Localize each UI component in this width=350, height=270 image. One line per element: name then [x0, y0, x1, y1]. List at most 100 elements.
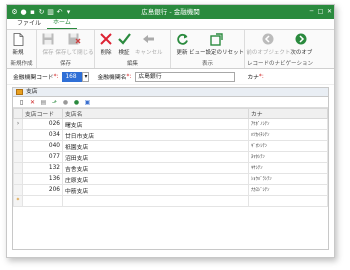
cell-name[interactable]: 庄原支店: [62, 173, 249, 185]
ribbon-group-save: 保存 保存して閉じる 保存: [37, 30, 95, 68]
ribbon-tabs: ファイル ホーム: [7, 19, 334, 29]
new-button[interactable]: 新規: [9, 30, 27, 56]
cell-code[interactable]: 132: [22, 162, 63, 174]
name-field[interactable]: 広島銀行: [135, 71, 236, 82]
table-row[interactable]: 077 沼田支店 ﾇﾏﾀｼﾃﾝ: [13, 151, 328, 163]
code-required-marker: *:: [53, 73, 59, 80]
cell-name[interactable]: 吉舎支店: [62, 162, 249, 174]
export-icon[interactable]: ▣: [82, 98, 93, 107]
cancel-button-label: キャンセル: [135, 50, 163, 56]
cell-code[interactable]: 026: [22, 118, 63, 130]
row-indicator-header: [13, 108, 23, 119]
cell-kana[interactable]: ｷﾞｵﾝｼﾃﾝ: [248, 140, 328, 152]
cell-name[interactable]: 中筋支店: [62, 184, 249, 196]
cell-code[interactable]: 077: [22, 151, 63, 163]
ribbon: 新規 新規作成 保存 保存して閉じる 保存 削除 検証 キャンセル 編集 更新 …: [7, 29, 334, 69]
maximize-icon[interactable]: □: [316, 5, 325, 19]
app-gear-icon[interactable]: ⚙: [10, 5, 19, 19]
validate-button-label: 検証: [118, 50, 130, 56]
application-window: ⚙ ● ▪ ↻ ▥ ↶ ▾ 広島銀行 - 金融機関 ─ □ ✕ ファイル ホーム: [6, 4, 335, 258]
tab-file[interactable]: ファイル: [11, 19, 47, 29]
delete-row-icon[interactable]: ✕: [27, 98, 38, 107]
customize-dropdown-icon[interactable]: ▾: [64, 5, 73, 19]
kana-required-marker: *:: [258, 73, 264, 80]
reset-view-button[interactable]: ビュー設定のリセット: [189, 30, 244, 56]
group-label-save: 保存: [59, 61, 71, 67]
table-row[interactable]: 132 吉舎支店 ｷｻｼﾃﾝ: [13, 162, 328, 174]
close-icon[interactable]: ✕: [325, 5, 334, 19]
ribbon-group-edit: 削除 検証 キャンセル 編集: [95, 30, 171, 68]
next-object-button[interactable]: 次のオブ: [290, 30, 313, 56]
new-row-marker: *: [13, 195, 23, 207]
new-button-label: 新規: [12, 50, 24, 56]
grid-header-row: 支店コード 支店名 カナ: [13, 108, 328, 119]
cancel-button[interactable]: キャンセル: [133, 30, 165, 56]
minimize-icon[interactable]: ─: [307, 5, 316, 19]
cell-code[interactable]: 206: [22, 184, 63, 196]
refresh-button-label: 更新: [176, 50, 188, 56]
group-label-edit: 編集: [126, 61, 138, 67]
cell-kana[interactable]: ﾅｶｽｼﾞｼﾃﾝ: [248, 184, 328, 196]
branch-panel-title: 支店: [26, 88, 38, 95]
save-icon[interactable]: ▪: [28, 5, 37, 19]
cell-code[interactable]: 034: [22, 129, 63, 141]
delete-icon[interactable]: ▥: [46, 5, 55, 19]
save-button[interactable]: 保存: [39, 30, 57, 56]
cell-name[interactable]: 祇園支店: [62, 140, 249, 152]
column-header-name[interactable]: 支店名: [62, 108, 249, 119]
undo-icon[interactable]: ↶: [55, 5, 64, 19]
code-lookup-button[interactable]: ▾: [82, 71, 90, 82]
table-row[interactable]: 206 中筋支店 ﾅｶｽｼﾞｼﾃﾝ: [13, 184, 328, 196]
refresh-grid-icon[interactable]: ●: [60, 98, 71, 107]
table-row[interactable]: › 026 曙支店 ｱｹﾎﾞﾉｼﾃﾝ: [13, 118, 328, 130]
delete-button[interactable]: 削除: [97, 30, 115, 56]
table-row[interactable]: 034 廿日市支店 ﾊﾂｶｲﾁｼﾃﾝ: [13, 129, 328, 141]
window-controls: ─ □ ✕: [307, 5, 334, 19]
nav-next-icon[interactable]: ●: [71, 98, 82, 107]
reset-view-icon: [210, 32, 224, 46]
cell-code[interactable]: 040: [22, 140, 63, 152]
checkmark-icon: [117, 32, 131, 46]
column-header-kana[interactable]: カナ: [248, 108, 328, 119]
cell-name[interactable]: 曙支店: [62, 118, 249, 130]
prev-object-button-label: 前のオブジェクト: [246, 50, 291, 56]
delete-x-icon: [99, 32, 113, 46]
group-label-navigation: レコードのナビゲーション: [247, 61, 313, 67]
cell-name[interactable]: 沼田支店: [62, 151, 249, 163]
cell-kana[interactable]: ﾇﾏﾀｼﾃﾝ: [248, 151, 328, 163]
edit-row-icon[interactable]: ▤: [38, 98, 49, 107]
row-indicator: [13, 151, 23, 163]
code-label: 金融機関コード: [13, 75, 54, 81]
cell-kana[interactable]: ｱｹﾎﾞﾉｼﾃﾝ: [248, 118, 328, 130]
cell-name[interactable]: 廿日市支店: [62, 129, 249, 141]
new-row-icon[interactable]: ▯: [16, 98, 27, 107]
cell-kana[interactable]: ｷｻｼﾃﾝ: [248, 162, 328, 174]
table-row[interactable]: 136 庄原支店 ｼｮｳﾊﾞﾗｼﾃﾝ: [13, 173, 328, 185]
new-row[interactable]: *: [13, 195, 328, 207]
cell-code[interactable]: 136: [22, 173, 63, 185]
cell-code-new[interactable]: [22, 195, 63, 207]
kana-label: カナ: [247, 75, 259, 81]
next-object-button-label: 次のオブ: [290, 50, 313, 56]
tab-home[interactable]: ホーム: [47, 18, 77, 29]
cell-name-new[interactable]: [62, 195, 249, 207]
name-required-marker: *:: [126, 73, 132, 80]
save-disk-icon: [41, 32, 55, 46]
title-bar: ⚙ ● ▪ ↻ ▥ ↶ ▾ 広島銀行 - 金融機関 ─ □ ✕: [7, 5, 334, 19]
cell-kana[interactable]: ｼｮｳﾊﾞﾗｼﾃﾝ: [248, 173, 328, 185]
quick-access-toolbar: ⚙ ● ▪ ↻ ▥ ↶ ▾: [7, 5, 73, 19]
save-close-button[interactable]: 保存して閉じる: [55, 30, 94, 56]
link-icon[interactable]: ⬏: [49, 98, 60, 107]
cell-kana[interactable]: ﾊﾂｶｲﾁｼﾃﾝ: [248, 129, 328, 141]
help-icon[interactable]: ●: [19, 5, 28, 19]
new-doc-icon: [11, 32, 25, 46]
header-form: 金融機関コード *: 168 ▾ 金融機関名 *: 広島銀行 カナ *:: [7, 69, 334, 85]
prev-object-button[interactable]: 前のオブジェクト: [246, 30, 291, 56]
code-field[interactable]: 168: [62, 71, 83, 82]
column-header-code[interactable]: 支店コード: [22, 108, 63, 119]
validate-button[interactable]: 検証: [115, 30, 133, 56]
cell-kana-new[interactable]: [248, 195, 328, 207]
refresh-icon[interactable]: ↻: [37, 5, 46, 19]
table-row[interactable]: 040 祇園支店 ｷﾞｵﾝｼﾃﾝ: [13, 140, 328, 152]
delete-button-label: 削除: [100, 50, 112, 56]
